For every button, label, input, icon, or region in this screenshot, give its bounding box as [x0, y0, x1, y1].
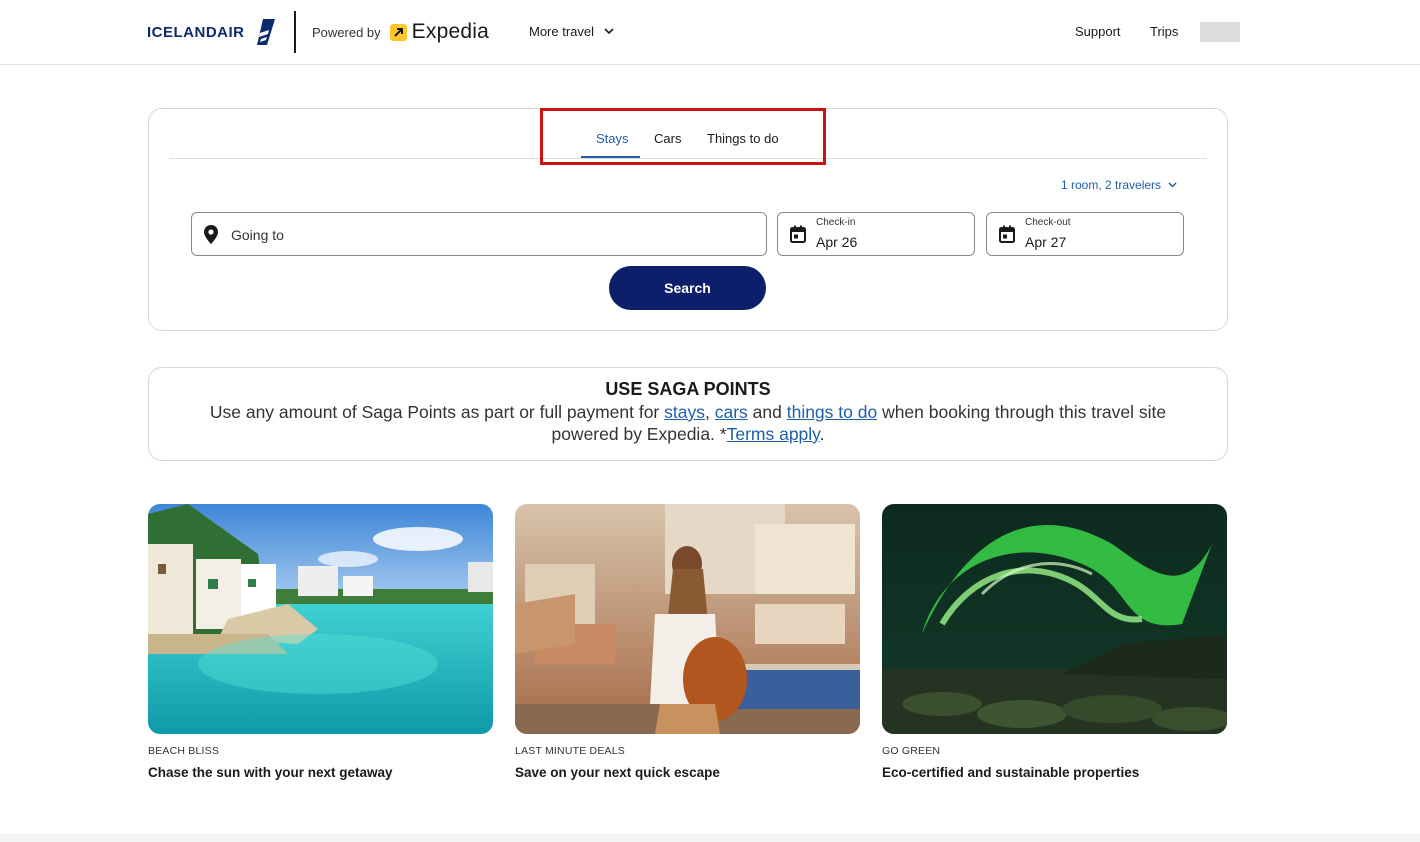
powered-by-expedia: Powered by Expedia	[312, 20, 489, 44]
saga-points-banner: USE SAGA POINTS Use any amount of Saga P…	[148, 367, 1228, 461]
search-card: Stays Cars Things to do 1 room, 2 travel…	[148, 108, 1228, 331]
expedia-arrow-icon	[389, 23, 407, 41]
going-to-placeholder: Going to	[231, 227, 284, 243]
more-travel-label: More travel	[529, 24, 595, 39]
trips-link[interactable]: Trips	[1150, 24, 1178, 39]
promo-card-city[interactable]: LAST MINUTE DEALS Save on your next quic…	[515, 504, 860, 780]
checkout-value: Apr 27	[1025, 234, 1067, 250]
checkin-label: Check-in	[816, 217, 856, 228]
checkout-field[interactable]: Check-out Apr 27	[986, 212, 1184, 256]
checkin-value: Apr 26	[816, 234, 858, 250]
map-pin-icon	[204, 225, 218, 244]
powered-by-label: Powered by	[312, 24, 381, 40]
icelandair-tail-icon	[256, 19, 275, 45]
promo-card-aurora[interactable]: GO GREEN Eco-certified and sustainable p…	[882, 504, 1227, 780]
checkout-label: Check-out	[1025, 217, 1071, 228]
expedia-wordmark: Expedia	[411, 20, 489, 43]
northern-lights-image	[882, 504, 1227, 734]
cars-link[interactable]: cars	[715, 402, 748, 422]
promo-card-beach[interactable]: BEACH BLISS Chase the sun with your next…	[148, 504, 493, 780]
travelers-label: 1 room, 2 travelers	[1061, 178, 1162, 192]
card-title: Chase the sun with your next getaway	[148, 765, 393, 780]
going-to-field[interactable]: Going to	[191, 212, 767, 256]
support-link[interactable]: Support	[1075, 24, 1121, 39]
top-header: ICELANDAIR Powered by Expedia More trave…	[0, 0, 1420, 65]
card-title: Eco-certified and sustainable properties	[882, 765, 1140, 780]
more-travel-menu[interactable]: More travel	[529, 24, 614, 39]
traveler-city-view-image	[515, 504, 860, 734]
checkin-field[interactable]: Check-in Apr 26	[777, 212, 975, 256]
stays-link[interactable]: stays	[664, 402, 705, 422]
beach-cove-image	[148, 504, 493, 734]
footer-edge	[0, 834, 1420, 842]
terms-link[interactable]: Terms apply	[727, 424, 820, 444]
saga-description: Use any amount of Saga Points as part or…	[193, 401, 1183, 445]
saga-text-2: and	[747, 402, 787, 422]
card-tag: LAST MINUTE DEALS	[515, 745, 625, 757]
saga-text-4: .	[819, 424, 825, 444]
card-title: Save on your next quick escape	[515, 765, 720, 780]
tabs-highlight-annotation	[540, 108, 826, 165]
logo-wordmark: ICELANDAIR	[147, 23, 245, 41]
chevron-down-icon	[1168, 182, 1177, 188]
saga-separator: ,	[704, 402, 715, 422]
travelers-selector[interactable]: 1 room, 2 travelers	[1061, 178, 1177, 192]
account-avatar[interactable]	[1200, 22, 1240, 42]
chevron-down-icon	[604, 28, 614, 35]
saga-title: USE SAGA POINTS	[605, 379, 771, 399]
saga-text-1: Use any amount of Saga Points as part or…	[209, 402, 665, 422]
card-tag: GO GREEN	[882, 745, 941, 757]
icelandair-logo[interactable]: ICELANDAIR	[147, 19, 275, 45]
things-to-do-link[interactable]: things to do	[787, 402, 877, 422]
card-tag: BEACH BLISS	[148, 745, 220, 757]
calendar-icon	[790, 225, 806, 243]
search-button[interactable]: Search	[609, 266, 766, 310]
calendar-icon	[999, 225, 1015, 243]
logo-divider	[294, 11, 296, 53]
